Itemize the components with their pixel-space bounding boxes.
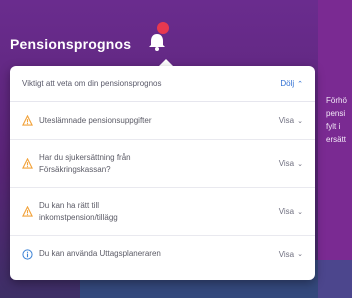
show-button[interactable]: Visa ⌄ [279,116,303,125]
page-title: Pensionsprognos [10,36,132,52]
warning-icon [22,158,33,169]
chevron-down-icon: ⌄ [297,160,303,168]
side-text-fragment: Förhö pensi fylt i ersätt [326,94,352,146]
chevron-up-icon: ⌃ [297,80,303,88]
info-icon [22,248,33,260]
chevron-down-icon: ⌄ [297,117,303,125]
show-button[interactable]: Visa ⌄ [279,250,303,259]
warning-icon [22,115,33,126]
bell-icon[interactable] [146,31,168,53]
notification-popup: Viktigt att veta om din pensionsprognos … [10,66,315,280]
side-text-line: Förhö [326,96,347,105]
notification-item[interactable]: Du kan använda Uttagsplaneraren Visa ⌄ [10,236,315,272]
popup-intro-text: Viktigt att veta om din pensionsprognos [22,79,162,88]
warning-icon [22,206,33,217]
item-text: Du kan använda Uttagsplaneraren [39,249,161,258]
show-button[interactable]: Visa ⌄ [279,159,303,168]
notification-badge [157,22,169,34]
right-panel-background [318,0,352,298]
show-button[interactable]: Visa ⌄ [279,207,303,216]
notification-item[interactable]: Du kan ha rätt till inkomstpension/tillä… [10,188,315,236]
side-text-line: pensi [326,109,346,118]
notification-item[interactable]: Uteslämnade pensionsuppgifter Visa ⌄ [10,102,315,140]
hide-toggle[interactable]: Dölj ⌃ [280,79,303,88]
chevron-down-icon: ⌄ [297,251,303,258]
item-text: Uteslämnade pensionsuppgifter [39,115,152,125]
popup-header: Viktigt att veta om din pensionsprognos … [10,66,315,102]
side-text-line: ersätt [326,135,347,144]
chevron-down-icon: ⌄ [297,208,303,216]
item-text: Har du sjukersättning från Försäkringska… [39,152,131,174]
hide-toggle-label: Dölj [280,79,295,88]
notification-item[interactable]: Har du sjukersättning från Försäkringska… [10,140,315,188]
item-text: Du kan ha rätt till inkomstpension/tillä… [39,200,118,222]
side-text-line: fylt i [326,122,341,131]
